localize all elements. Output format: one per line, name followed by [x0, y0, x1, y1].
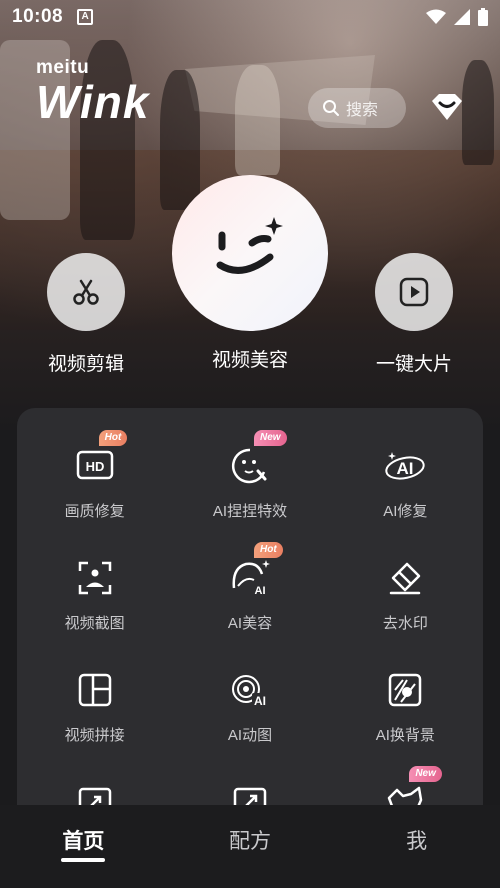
bottom-nav: 首页 配方 我 [0, 805, 500, 888]
svg-text:AI: AI [254, 585, 265, 597]
ai-expand-icon [228, 780, 272, 808]
scissors-icon [73, 279, 99, 305]
tool-label: AI动图 [227, 727, 273, 744]
eraser-icon [383, 556, 427, 600]
one-click-movie-button[interactable]: 一键大片 [370, 253, 458, 376]
tool-video-screenshot[interactable]: 视频截图 [17, 556, 172, 668]
tool-ai-repair[interactable]: AI AI修复 [328, 444, 483, 556]
tool-label: AI捏捏特效 [212, 503, 288, 520]
nav-home-label: 首页 [62, 830, 105, 853]
ai-background-icon [383, 668, 427, 712]
one-click-movie-circle[interactable] [375, 253, 453, 331]
tool-label: AI换背景 [375, 727, 435, 744]
tool-label: 视频截图 [64, 615, 125, 632]
tool-ai-squish[interactable]: New AI捏捏特效 [172, 430, 327, 556]
nav-active-indicator [61, 858, 106, 862]
tool-label: AI修复 [383, 503, 428, 520]
search-icon [323, 100, 339, 116]
one-click-movie-label: 一键大片 [375, 354, 452, 375]
video-edit-circle[interactable] [47, 253, 125, 331]
hot-badge: Hot [98, 430, 128, 446]
video-edit-button[interactable]: 视频剪辑 [42, 253, 130, 376]
hot-badge: Hot [253, 542, 283, 558]
hd-icon: HD [73, 444, 117, 488]
tool-label: AI美容 [227, 615, 273, 632]
vip-diamond-icon[interactable] [430, 92, 464, 122]
tool-label: 去水印 [382, 615, 428, 632]
tool-remove-watermark[interactable]: 去水印 [328, 556, 483, 668]
tool-ai-beauty[interactable]: Hot AI AI美容 [172, 542, 327, 668]
video-beauty-label: 视频美容 [211, 350, 288, 371]
tool-expand[interactable] [17, 780, 172, 808]
tool-quality-repair[interactable]: Hot HD 画质修复 [17, 430, 172, 556]
tools-grid: Hot HD 画质修复 New AI捏捏特效 AI AI修复 视频截图 Hot … [17, 408, 483, 808]
status-time: 10:08 [12, 6, 64, 27]
person-silhouette [462, 60, 494, 165]
svg-text:HD: HD [85, 459, 104, 474]
search-bar[interactable]: 搜索 [308, 88, 406, 128]
ai-motion-icon: AI [228, 668, 272, 712]
tool-label: 视频拼接 [64, 727, 125, 744]
nav-recipe[interactable]: 配方 [210, 825, 290, 855]
tool-pet[interactable]: New [328, 766, 483, 808]
squish-face-icon [228, 444, 272, 488]
tool-ai-expand[interactable] [172, 780, 327, 808]
tool-ai-motion[interactable]: AI AI动图 [172, 668, 327, 780]
pet-icon [383, 780, 427, 808]
video-edit-label: 视频剪辑 [47, 354, 124, 375]
wifi-icon [426, 9, 446, 24]
svg-text:AI: AI [397, 459, 414, 478]
new-badge: New [409, 766, 442, 782]
brand-name: meitu [36, 57, 90, 78]
collage-icon [73, 668, 117, 712]
tools-panel: Hot HD 画质修复 New AI捏捏特效 AI AI修复 视频截图 Hot … [17, 408, 483, 808]
wink-face-icon [216, 217, 283, 274]
nav-recipe-label: 配方 [228, 830, 271, 853]
svg-text:AI: AI [254, 694, 266, 708]
play-icon [399, 277, 429, 307]
app-logo: meitu Wink [36, 57, 150, 128]
screenshot-icon [73, 556, 117, 600]
app-name: Wink [36, 76, 150, 128]
battery-icon [478, 8, 488, 26]
tool-label: 画质修复 [64, 503, 125, 520]
new-badge: New [253, 430, 287, 446]
nav-me[interactable]: 我 [377, 825, 457, 855]
person-silhouette [235, 65, 280, 175]
video-beauty-button[interactable]: 视频美容 [172, 175, 328, 372]
notification-icon: A [77, 9, 94, 25]
ai-beauty-icon: AI [228, 556, 272, 600]
status-icons [426, 8, 488, 26]
search-placeholder: 搜索 [346, 102, 379, 119]
nav-me-label: 我 [406, 830, 428, 853]
cell-signal-icon [454, 9, 470, 25]
nav-home[interactable]: 首页 [43, 825, 123, 862]
ai-repair-icon: AI [383, 444, 427, 488]
tool-ai-background[interactable]: AI换背景 [328, 668, 483, 780]
video-beauty-circle[interactable] [172, 175, 328, 331]
tool-video-collage[interactable]: 视频拼接 [17, 668, 172, 780]
status-bar: 10:08 A [0, 0, 500, 34]
expand-icon [73, 780, 117, 808]
